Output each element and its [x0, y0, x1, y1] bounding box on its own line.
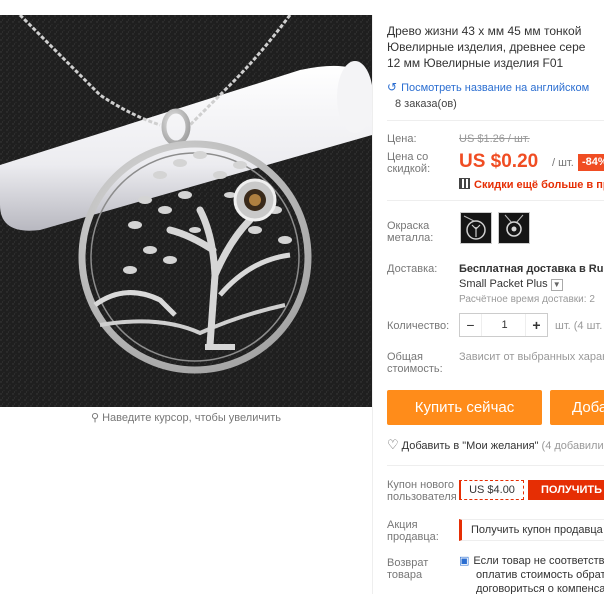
shipping-method-select[interactable]: Small Packet Plus ▼	[459, 278, 563, 291]
pendant-thumbnail	[499, 213, 529, 243]
tree-of-life-pendant-image	[0, 15, 372, 407]
vertical-divider	[372, 15, 373, 594]
product-title: Древо жизни 43 х мм 45 мм тонкой Ювелирн…	[387, 24, 586, 70]
divider	[387, 120, 604, 121]
get-coupon-button[interactable]: ПОЛУЧИТЬ	[528, 480, 604, 500]
quantity-increase-button[interactable]: +	[525, 314, 547, 336]
bulk-discount-link[interactable]: Скидки ещё больше в при	[459, 178, 604, 191]
quantity-stepper: − 1 +	[459, 313, 548, 337]
product-info-panel: Древо жизни 43 х мм 45 мм тонкой Ювелирн…	[387, 0, 604, 594]
zoom-hint: ⚲ Наведите курсор, чтобы увеличить	[91, 412, 281, 424]
quantity-unit: шт. (4 шт.	[555, 320, 603, 332]
seller-coupon-button[interactable]: Получить купон продавца	[459, 519, 604, 541]
color-swatch-1[interactable]	[460, 212, 492, 244]
original-price: US $1.26 / шт.	[459, 133, 530, 145]
quantity-input[interactable]: 1	[482, 314, 527, 336]
qr-code-icon	[459, 178, 470, 189]
add-to-cart-button[interactable]: Доба	[550, 390, 604, 425]
divider	[387, 465, 604, 466]
price-unit: / шт.	[552, 157, 574, 169]
total-price: Зависит от выбранных харак	[459, 351, 604, 363]
product-image[interactable]	[0, 15, 372, 407]
returns-policy: ▣ Если товар не соответству оплатив стоим…	[459, 555, 604, 594]
color-swatch-2[interactable]	[498, 212, 530, 244]
buy-now-button[interactable]: Купить сейчас	[387, 390, 542, 425]
color-label: Окраска металла:	[387, 220, 434, 244]
translate-title-link[interactable]: ↺ Посмотреть название на английском	[387, 80, 589, 94]
translate-icon: ↺	[387, 80, 398, 94]
coupon-value: US $4.00	[459, 480, 524, 500]
pendant-thumbnail	[461, 213, 491, 243]
new-user-coupon-label: Купон нового пользователя	[387, 479, 457, 503]
shipping-label: Доставка:	[387, 263, 438, 275]
shield-icon: ▣	[459, 555, 470, 567]
orders-count: 8 заказа(ов)	[395, 98, 457, 110]
heart-icon: ♡	[387, 437, 399, 452]
discount-price-label: Цена со скидкой:	[387, 151, 431, 175]
divider	[387, 200, 604, 201]
quantity-decrease-button[interactable]: −	[460, 314, 482, 336]
delivery-time: Расчётное время доставки: 2	[459, 294, 595, 305]
chevron-down-icon: ▼	[550, 279, 563, 291]
product-gallery: ⚲ Наведите курсор, чтобы увеличить	[0, 0, 372, 594]
returns-label: Возврат товара	[387, 557, 429, 581]
quantity-label: Количество:	[387, 320, 450, 332]
total-label: Общая стоимость:	[387, 351, 443, 375]
shipping-destination: Бесплатная доставка в Russ	[459, 263, 604, 275]
seller-promo-label: Акция продавца:	[387, 519, 439, 543]
discount-price: US $0.20	[459, 151, 539, 172]
discount-badge: -84%	[578, 154, 604, 171]
add-to-wishlist-link[interactable]: ♡ Добавить в "Мои желания" (4 добавили	[387, 437, 604, 453]
magnifier-icon: ⚲	[91, 412, 100, 424]
price-label: Цена:	[387, 133, 417, 145]
